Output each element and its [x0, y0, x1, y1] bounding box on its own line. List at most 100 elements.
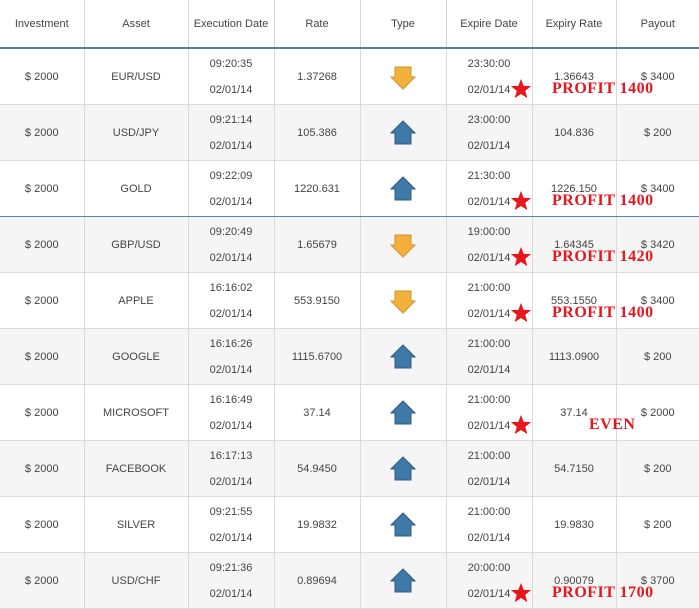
- expire-date-cell-time: 21:00:00: [467, 505, 511, 518]
- arrow-down-icon: [390, 234, 416, 258]
- result-annotation: PROFIT 1400: [552, 192, 654, 209]
- expire-date-cell-day: 02/01/14: [467, 531, 511, 544]
- arrow-up-icon: [390, 511, 416, 536]
- expiry-rate-cell: 19.9830: [532, 496, 617, 553]
- table-row[interactable]: $ 2000 FACEBOOK 16:17:13 02/01/14 54.9450 21:…: [0, 440, 699, 497]
- expiry-rate-cell: 104.836: [532, 104, 617, 161]
- expire-date-cell-time: 21:00:00: [467, 281, 511, 294]
- type-cell: [360, 160, 447, 217]
- asset-cell: GBP/USD: [84, 216, 189, 273]
- column-header-type[interactable]: Type: [360, 0, 447, 49]
- execution-date-cell-time: 09:21:36: [209, 561, 253, 574]
- column-header-rate[interactable]: Rate: [274, 0, 361, 49]
- investment-cell: $ 2000: [0, 328, 85, 385]
- expire-date-cell-day: 02/01/14: [467, 475, 511, 488]
- column-header-investment[interactable]: Investment: [0, 0, 85, 49]
- expire-date-cell-time: 20:00:00: [467, 561, 511, 574]
- expire-date-cell-time: 23:30:00: [467, 57, 511, 70]
- asset-cell: USD/CHF: [84, 552, 189, 609]
- arrow-up-icon: [390, 399, 416, 424]
- type-cell: [360, 104, 447, 161]
- payout-cell: $ 200: [616, 440, 699, 497]
- execution-date-cell-time: 16:16:26: [209, 337, 253, 350]
- star-icon: [510, 414, 532, 435]
- arrow-up-icon: [390, 175, 416, 200]
- arrow-down-icon: [390, 66, 416, 90]
- star-icon: [510, 78, 532, 99]
- execution-date-cell: 16:17:13 02/01/14: [188, 440, 275, 497]
- asset-cell: APPLE: [84, 272, 189, 329]
- execution-date-cell-day: 02/01/14: [209, 363, 253, 376]
- execution-date-cell-day: 02/01/14: [209, 419, 253, 432]
- arrow-up-icon: [390, 455, 416, 480]
- result-annotation: PROFIT 1700: [552, 584, 654, 601]
- expire-date-cell: 21:00:00 02/01/14: [446, 440, 533, 497]
- table-row[interactable]: $ 2000 SILVER 09:21:55 02/01/14 19.9832 21:00…: [0, 496, 699, 553]
- rate-cell: 0.89694: [274, 552, 361, 609]
- column-header-expiry-rate[interactable]: Expiry Rate: [532, 0, 617, 49]
- expire-date-cell-day: 02/01/14: [467, 139, 511, 152]
- execution-date-cell: 09:20:35 02/01/14: [188, 48, 275, 105]
- asset-cell: USD/JPY: [84, 104, 189, 161]
- expire-date-cell-time: 23:00:00: [467, 113, 511, 126]
- rate-cell: 1220.631: [274, 160, 361, 217]
- execution-date-cell-day: 02/01/14: [209, 531, 253, 544]
- star-icon: [510, 302, 532, 323]
- execution-date-cell: 09:22:09 02/01/14: [188, 160, 275, 217]
- execution-date-cell-time: 09:20:49: [209, 225, 253, 238]
- star-icon: [510, 190, 532, 211]
- expire-date-cell: 21:00:00 02/01/14: [446, 496, 533, 553]
- execution-date-cell-time: 09:22:09: [209, 169, 253, 182]
- investment-cell: $ 2000: [0, 496, 85, 553]
- execution-date-cell-time: 16:17:13: [209, 449, 253, 462]
- expire-date-cell: 21:00:00 02/01/14: [446, 328, 533, 385]
- expire-date-cell-time: 21:30:00: [467, 169, 511, 182]
- investment-cell: $ 2000: [0, 48, 85, 105]
- asset-cell: GOOGLE: [84, 328, 189, 385]
- header-row: Investment Asset Execution Date Rate Typ…: [0, 0, 699, 49]
- execution-date-cell-time: 16:16:49: [209, 393, 253, 406]
- investment-cell: $ 2000: [0, 384, 85, 441]
- result-annotation: PROFIT 1420: [552, 248, 654, 265]
- execution-date-cell-time: 09:21:14: [209, 113, 253, 126]
- execution-date-cell-day: 02/01/14: [209, 139, 253, 152]
- execution-date-cell-day: 02/01/14: [209, 475, 253, 488]
- column-header-expire-date[interactable]: Expire Date: [446, 0, 533, 49]
- column-header-execution-date[interactable]: Execution Date: [188, 0, 275, 49]
- asset-cell: EUR/USD: [84, 48, 189, 105]
- expiry-rate-cell: 1113.0900: [532, 328, 617, 385]
- type-cell: [360, 272, 447, 329]
- arrow-up-icon: [390, 343, 416, 368]
- rate-cell: 19.9832: [274, 496, 361, 553]
- table-row[interactable]: $ 2000 GOOGLE 16:16:26 02/01/14 1115.6700 21:…: [0, 328, 699, 385]
- rate-cell: 553.9150: [274, 272, 361, 329]
- column-header-asset[interactable]: Asset: [84, 0, 189, 49]
- asset-cell: FACEBOOK: [84, 440, 189, 497]
- payout-cell: $ 200: [616, 328, 699, 385]
- result-annotation: PROFIT 1400: [552, 80, 654, 97]
- rate-cell: 54.9450: [274, 440, 361, 497]
- rate-cell: 1.65679: [274, 216, 361, 273]
- execution-date-cell: 16:16:02 02/01/14: [188, 272, 275, 329]
- investment-cell: $ 2000: [0, 440, 85, 497]
- column-header-payout[interactable]: Payout: [616, 0, 699, 49]
- expire-date-cell-time: 21:00:00: [467, 449, 511, 462]
- execution-date-cell-day: 02/01/14: [209, 251, 253, 264]
- expire-date-cell-day: 02/01/14: [467, 363, 511, 376]
- result-annotation: PROFIT 1400: [552, 304, 654, 321]
- execution-date-cell-time: 09:21:55: [209, 505, 253, 518]
- star-icon: [510, 582, 532, 603]
- rate-cell: 1115.6700: [274, 328, 361, 385]
- investment-cell: $ 2000: [0, 104, 85, 161]
- rate-cell: 105.386: [274, 104, 361, 161]
- rate-cell: 37.14: [274, 384, 361, 441]
- investment-cell: $ 2000: [0, 272, 85, 329]
- arrow-down-icon: [390, 290, 416, 314]
- table-row[interactable]: $ 2000 USD/JPY 09:21:14 02/01/14 105.386 23:0…: [0, 104, 699, 161]
- type-cell: [360, 440, 447, 497]
- expire-date-cell-time: 19:00:00: [467, 225, 511, 238]
- execution-date-cell-day: 02/01/14: [209, 195, 253, 208]
- type-cell: [360, 552, 447, 609]
- execution-date-cell: 16:16:26 02/01/14: [188, 328, 275, 385]
- result-annotation: EVEN: [589, 416, 636, 433]
